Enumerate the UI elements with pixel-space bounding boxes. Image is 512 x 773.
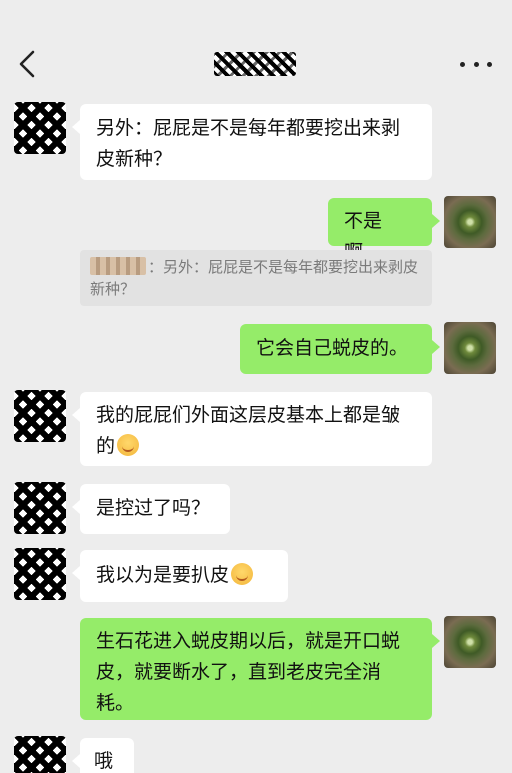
more-dots-icon [460,61,465,67]
contact-avatar[interactable] [14,482,66,534]
back-button[interactable] [12,46,42,82]
message-bubble-incoming[interactable]: 是控过了吗？ [72,484,230,534]
chevron-left-icon [19,50,35,78]
my-avatar[interactable] [444,196,496,248]
message-text: 它会自己蜕皮的。 [256,337,409,359]
contact-avatar[interactable] [14,390,66,442]
more-button[interactable] [460,50,492,78]
message-text: 是控过了吗？ [96,497,211,519]
message-text: 我的屁屁们外面这层皮基本上都是皱的 [96,404,401,457]
quoted-message[interactable]: ：另外：屁屁是不是每年都要挖出来剥皮新种？ [80,250,432,306]
contact-name-redacted [214,52,296,76]
message-text: 哦 [94,750,114,772]
my-avatar[interactable] [444,616,496,668]
message-text: 我以为是要扒皮 [96,564,230,586]
message-bubble-incoming[interactable]: 另外：屁屁是不是每年都要挖出来剥皮新种？ [72,104,432,180]
quoted-sender-redacted [90,257,146,275]
contact-avatar[interactable] [14,736,66,773]
message-text: 另外：屁屁是不是每年都要挖出来剥皮新种？ [96,117,401,170]
emoji-icon [231,563,254,585]
message-bubble-outgoing[interactable]: 它会自己蜕皮的。 [240,324,440,374]
contact-avatar[interactable] [14,548,66,600]
contact-avatar[interactable] [14,102,66,154]
my-avatar[interactable] [444,322,496,374]
message-bubble-outgoing[interactable]: 生石花进入蜕皮期以后，就是开口蜕皮，就要断水了，直到老皮完全消耗。 [80,618,440,720]
emoji-icon [117,434,140,456]
message-bubble-outgoing[interactable]: 不是啊。 [328,198,440,263]
message-bubble-incoming[interactable]: 我以为是要扒皮 [72,550,288,602]
message-bubble-incoming[interactable]: 我的屁屁们外面这层皮基本上都是皱的 [72,392,432,466]
chat-header [0,0,512,100]
message-text: 生石花进入蜕皮期以后，就是开口蜕皮，就要断水了，直到老皮完全消耗。 [96,630,401,714]
message-bubble-incoming[interactable]: 哦 [72,738,134,773]
